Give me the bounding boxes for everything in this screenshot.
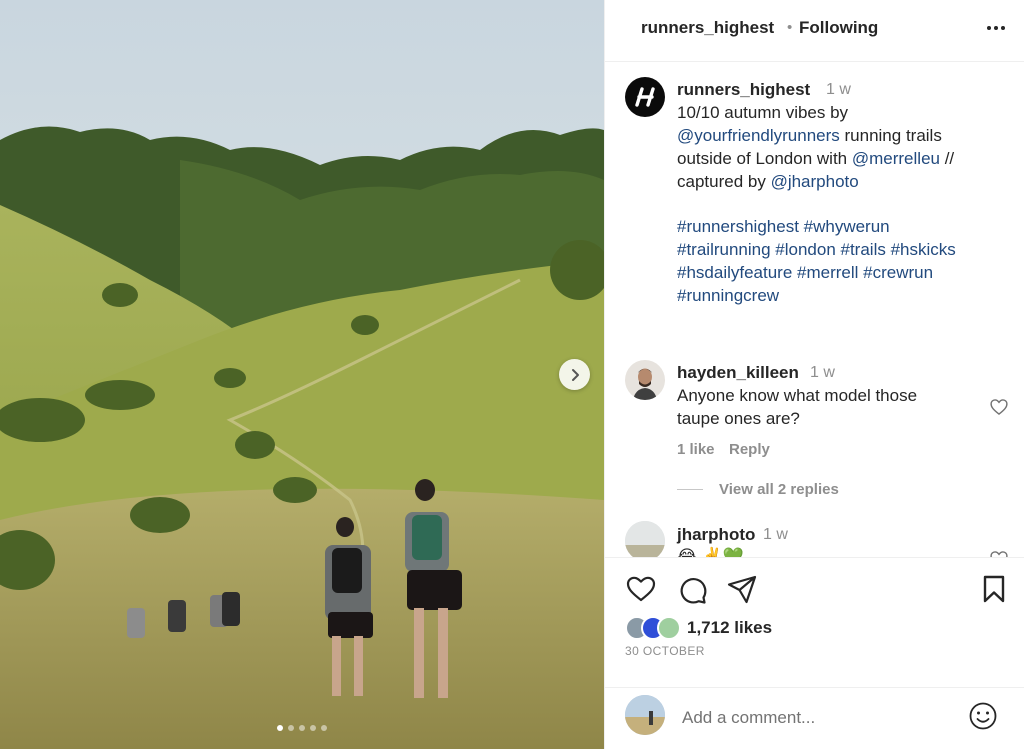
more-dot-icon	[1001, 26, 1005, 30]
comment-time[interactable]: 1 w	[763, 526, 788, 544]
bookmark-save-icon[interactable]	[978, 573, 1010, 605]
comment-text: 😂 ✌️💚	[677, 545, 1007, 557]
carousel-dot	[310, 725, 316, 731]
carousel-indicator	[0, 725, 604, 731]
comment-text-line: taupe ones are?	[677, 409, 800, 428]
hashtag-line: #hsdailyfeature #merrell #crewrun	[677, 261, 1007, 284]
carousel-dot	[299, 725, 305, 731]
comment-time[interactable]: 1 w	[810, 364, 835, 382]
caption-line: @yourfriendlyrunners running trails	[677, 124, 1007, 147]
mention-link[interactable]: @yourfriendlyrunners	[677, 126, 840, 145]
commenter-avatar[interactable]	[625, 521, 665, 557]
likes-summary[interactable]: 1,712 likes	[625, 616, 772, 640]
post-actions: 1,712 likes 30 OCTOBER	[605, 557, 1024, 687]
carousel-dot	[321, 725, 327, 731]
caption-line: captured by @jharphoto	[677, 170, 1007, 193]
hashtag-line: #runningcrew	[677, 284, 1007, 307]
comment-text-line: 😂 ✌️💚	[677, 547, 744, 557]
more-dot-icon	[994, 26, 998, 30]
liker-avatar	[657, 616, 681, 640]
like-heart-icon[interactable]	[625, 573, 657, 605]
post-side-panel: runners_highest • Following runners_high…	[604, 0, 1024, 749]
hashtag-links[interactable]: #runningcrew	[677, 286, 779, 305]
caption-text: captured by	[677, 172, 771, 191]
comment-username[interactable]: hayden_killeen	[677, 363, 799, 383]
hashtag-line: #runnershighest #whywerun	[677, 215, 1007, 238]
hashtag-links[interactable]: #runnershighest #whywerun	[677, 217, 890, 236]
comment-like-heart-icon[interactable]	[989, 549, 1009, 557]
chevron-right-icon	[571, 368, 579, 381]
comment-icon[interactable]	[676, 573, 708, 605]
caption-line: 10/10 autumn vibes by	[677, 101, 1007, 124]
comment-composer	[605, 687, 1024, 749]
carousel-dot	[277, 725, 283, 731]
comment-text: Anyone know what model those	[677, 384, 1007, 407]
caption-username[interactable]: runners_highest	[677, 80, 810, 100]
view-replies-label: View all 2 replies	[719, 481, 839, 498]
following-status-button[interactable]: Following	[799, 18, 878, 38]
like-count[interactable]: 1,712 likes	[687, 618, 772, 638]
carousel-dot	[288, 725, 294, 731]
comment-username[interactable]: jharphoto	[677, 525, 755, 545]
caption-text: //	[939, 149, 955, 168]
commenter-avatar[interactable]	[625, 360, 665, 400]
current-user-avatar[interactable]	[625, 695, 665, 735]
mention-link[interactable]: @jharphoto	[771, 172, 859, 191]
share-send-icon[interactable]	[726, 573, 758, 605]
caption-text: outside of London with	[677, 149, 852, 168]
more-dot-icon	[987, 26, 991, 30]
mention-link[interactable]: @merrelleu	[852, 149, 940, 168]
replies-divider	[677, 489, 703, 490]
comment-text: taupe ones are?	[677, 407, 1007, 430]
header-username[interactable]: runners_highest	[641, 18, 774, 38]
post-date[interactable]: 30 OCTOBER	[625, 644, 705, 658]
caption-time[interactable]: 1 w	[826, 81, 851, 99]
comments-list[interactable]: runners_highest 1 w 10/10 autumn vibes b…	[605, 63, 1024, 557]
caption-text: running trails	[839, 126, 942, 145]
user-photo-icon	[625, 695, 665, 735]
post-header: runners_highest • Following	[605, 0, 1024, 62]
header-separator: •	[787, 19, 793, 36]
comment-like-count[interactable]: 1 like	[677, 441, 715, 458]
user-photo-icon	[633, 368, 657, 400]
hashtag-links[interactable]: #trailrunning #london #trails #hskicks	[677, 240, 956, 259]
more-options-button[interactable]	[981, 16, 1011, 40]
add-comment-input[interactable]	[682, 706, 952, 730]
author-avatar[interactable]	[625, 77, 665, 117]
post-photo	[0, 0, 604, 749]
hashtag-links[interactable]: #hsdailyfeature #merrell #crewrun	[677, 263, 933, 282]
comment-reply-button[interactable]: Reply	[729, 441, 770, 458]
caption-line: outside of London with @merrelleu //	[677, 147, 1007, 170]
caption-text: 10/10 autumn vibes by	[677, 103, 849, 122]
view-replies-button[interactable]: View all 2 replies	[677, 481, 839, 498]
carousel-next-button[interactable]	[559, 359, 590, 390]
post-image[interactable]	[0, 0, 604, 749]
comment-text-line: Anyone know what model those	[677, 386, 918, 405]
emoji-icon[interactable]	[967, 700, 999, 732]
comment-like-heart-icon[interactable]	[989, 397, 1009, 417]
runners-highest-logo-icon	[635, 87, 655, 107]
user-photo-icon	[625, 521, 665, 557]
hashtag-line: #trailrunning #london #trails #hskicks	[677, 238, 1007, 261]
